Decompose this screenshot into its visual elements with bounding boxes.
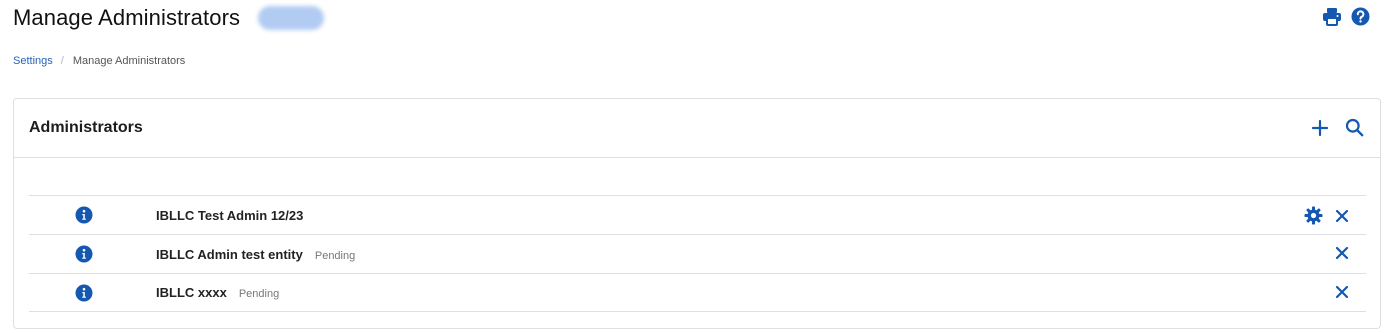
print-icon (1323, 8, 1341, 26)
page-header: Manage Administrators (13, 4, 325, 32)
row-actions (1334, 245, 1350, 261)
administrator-name: IBLLC xxxx Pending (156, 285, 279, 300)
breadcrumb-separator: / (60, 55, 64, 67)
info-icon (75, 245, 93, 263)
help-icon (1351, 7, 1370, 26)
administrators-card: Administrators IBLLC Test Admin 12/23 IB… (13, 98, 1381, 329)
info-icon (75, 206, 93, 224)
card-header: Administrators (14, 99, 1380, 158)
info-icon (75, 284, 93, 302)
info-button[interactable] (75, 245, 93, 263)
list-item: IBLLC Admin test entity Pending (29, 234, 1366, 273)
administrator-name-text: IBLLC Admin test entity (156, 246, 303, 262)
card-actions (1311, 118, 1364, 137)
page-actions (1322, 7, 1370, 26)
administrator-name-text: IBLLC xxxx (156, 285, 227, 300)
card-title: Administrators (29, 119, 143, 136)
administrator-name-text: IBLLC Test Admin 12/23 (156, 207, 304, 223)
breadcrumb: Settings / Manage Administrators (13, 55, 185, 67)
status-badge (258, 6, 325, 30)
close-icon (1335, 209, 1349, 222)
help-button[interactable] (1351, 7, 1370, 26)
page-title: Manage Administrators (13, 5, 241, 30)
breadcrumb-settings-link[interactable]: Settings (13, 55, 53, 67)
status-label: Pending (238, 288, 280, 300)
search-button[interactable] (1345, 118, 1364, 137)
info-button[interactable] (75, 206, 93, 224)
administrator-name: IBLLC Admin test entity Pending (156, 247, 355, 262)
settings-button[interactable] (1304, 206, 1323, 225)
breadcrumb-current: Manage Administrators (72, 55, 186, 67)
close-icon (1335, 285, 1349, 299)
add-administrator-button[interactable] (1311, 118, 1329, 137)
print-button[interactable] (1322, 7, 1342, 26)
close-icon (1335, 246, 1349, 260)
status-label: Pending (314, 249, 356, 262)
list-item: IBLLC xxxx Pending (29, 273, 1366, 312)
row-actions (1304, 206, 1350, 225)
remove-button[interactable] (1334, 208, 1350, 224)
administrator-list: IBLLC Test Admin 12/23 IBLLC Admin test … (29, 195, 1366, 312)
administrator-name: IBLLC Test Admin 12/23 (156, 208, 303, 223)
remove-button[interactable] (1334, 284, 1350, 300)
info-button[interactable] (75, 284, 93, 302)
search-icon (1345, 118, 1364, 137)
row-actions (1334, 284, 1350, 300)
gear-icon (1304, 206, 1323, 225)
remove-button[interactable] (1334, 245, 1350, 261)
list-item: IBLLC Test Admin 12/23 (29, 195, 1366, 234)
plus-icon (1311, 119, 1329, 136)
